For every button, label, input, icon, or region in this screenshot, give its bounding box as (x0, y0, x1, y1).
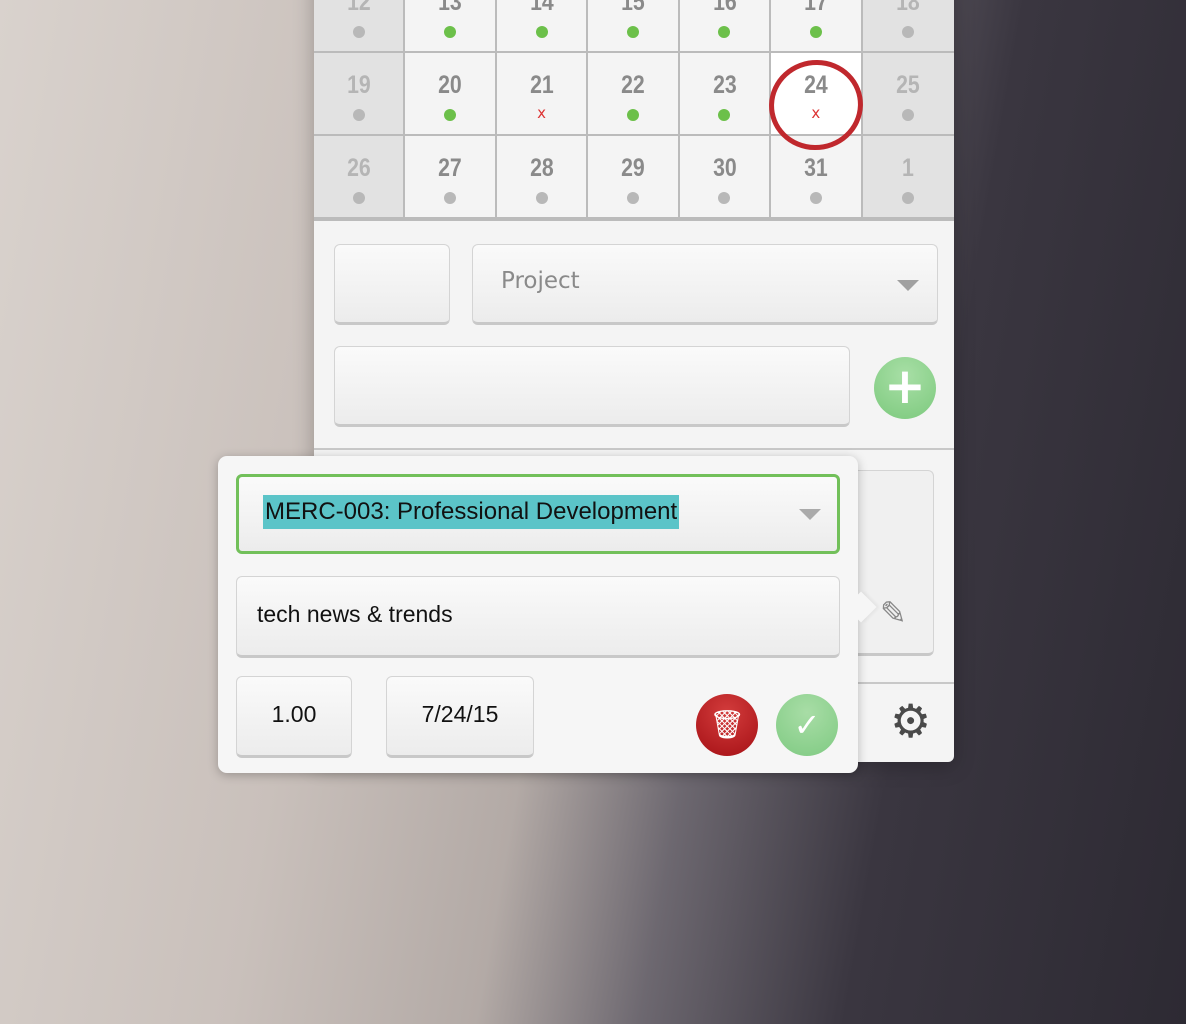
project-select-value: MERC-003: Professional Development (263, 495, 680, 529)
plus-icon: + (884, 357, 926, 415)
day-number: 18 (896, 0, 921, 16)
calendar-day[interactable]: 13 (405, 0, 497, 53)
gray-status-dot-icon (718, 192, 731, 204)
date-field[interactable]: 7/24/15 (386, 676, 534, 758)
calendar-day-today[interactable]: 24 x (762, 52, 871, 158)
calendar-day[interactable]: 30 (679, 136, 772, 219)
gray-status-dot-icon (626, 192, 639, 204)
calendar-day[interactable]: 20 (405, 53, 497, 136)
calendar-grid: 12 13 14 15 16 17 18 19 20 21 x 22 23 24 x 25 26 27 28 29 30… (314, 0, 954, 221)
calendar-day[interactable]: 25 (862, 53, 954, 136)
day-number: 26 (346, 154, 371, 182)
date-value: 7/24/15 (421, 701, 499, 727)
description-field[interactable]: tech news & trends (236, 576, 840, 658)
missed-x-icon: x (537, 104, 546, 122)
chevron-down-icon (799, 509, 821, 520)
calendar-day[interactable]: 27 (405, 136, 497, 219)
checkmark-icon: ✓ (793, 706, 821, 744)
calendar-day[interactable]: 28 (496, 136, 589, 219)
green-status-dot-icon (626, 26, 639, 38)
hours-input[interactable] (334, 244, 450, 325)
day-number: 19 (346, 71, 371, 99)
project-select[interactable]: MERC-003: Professional Development (236, 474, 840, 554)
day-number: 30 (712, 154, 737, 182)
day-number: 16 (712, 0, 737, 16)
save-button[interactable]: ✓ (776, 694, 838, 756)
gray-status-dot-icon (902, 109, 915, 121)
green-status-dot-icon (809, 26, 822, 38)
day-number: 29 (621, 154, 645, 182)
day-number: 21 (529, 71, 554, 99)
calendar-day[interactable]: 1 (862, 136, 954, 219)
gray-status-dot-icon (352, 192, 365, 204)
delete-button[interactable]: 🗑 (696, 694, 758, 756)
calendar-day[interactable]: 23 (679, 53, 772, 136)
day-number: 12 (346, 0, 371, 16)
day-number: 15 (621, 0, 645, 16)
day-number: 24 (804, 71, 828, 99)
day-number: 13 (438, 0, 462, 16)
pencil-icon[interactable]: ✎ (880, 594, 907, 632)
green-status-dot-icon (626, 109, 639, 121)
calendar-day[interactable]: 17 (771, 0, 863, 53)
gray-status-dot-icon (902, 192, 915, 204)
day-number: 1 (902, 154, 915, 182)
calendar-day[interactable]: 18 (862, 0, 954, 53)
green-status-dot-icon (718, 26, 731, 38)
edit-entry-popover: MERC-003: Professional Development tech … (218, 456, 877, 773)
description-value: tech news & trends (257, 601, 453, 627)
gray-status-dot-icon (809, 192, 822, 204)
calendar-day[interactable]: 29 (588, 136, 680, 219)
day-number: 23 (712, 71, 737, 99)
hours-value: 1.00 (271, 701, 317, 727)
day-number: 31 (804, 154, 828, 182)
gray-status-dot-icon (352, 26, 365, 38)
calendar-day[interactable]: 14 (496, 0, 589, 53)
calendar-day[interactable]: 21 x (496, 53, 589, 136)
calendar-day[interactable]: 16 (679, 0, 772, 53)
green-status-dot-icon (444, 26, 457, 38)
day-number: 22 (621, 71, 645, 99)
day-number: 28 (529, 154, 554, 182)
project-placeholder: Project (501, 268, 580, 294)
gray-status-dot-icon (535, 192, 548, 204)
calendar-day[interactable]: 12 (314, 0, 406, 53)
add-entry-button[interactable]: + (874, 357, 936, 419)
day-number: 20 (438, 71, 462, 99)
divider (314, 448, 954, 450)
calendar-day[interactable]: 22 (588, 53, 680, 136)
gray-status-dot-icon (902, 26, 915, 38)
calendar-day[interactable]: 19 (314, 53, 406, 136)
day-number: 27 (438, 154, 462, 182)
gear-icon[interactable]: ⚙ (890, 698, 931, 744)
day-number: 14 (529, 0, 554, 16)
day-number: 25 (896, 71, 921, 99)
calendar-day[interactable]: 26 (314, 136, 406, 219)
hours-field[interactable]: 1.00 (236, 676, 352, 758)
project-dropdown[interactable]: Project (472, 244, 938, 325)
calendar-day[interactable]: 15 (588, 0, 680, 53)
green-status-dot-icon (718, 109, 731, 121)
gray-status-dot-icon (444, 192, 457, 204)
gray-status-dot-icon (352, 109, 365, 121)
description-input[interactable] (334, 346, 850, 427)
green-status-dot-icon (535, 26, 548, 38)
chevron-down-icon (897, 280, 919, 291)
day-number: 17 (804, 0, 828, 16)
trash-icon: 🗑 (709, 708, 745, 741)
green-status-dot-icon (444, 109, 457, 121)
